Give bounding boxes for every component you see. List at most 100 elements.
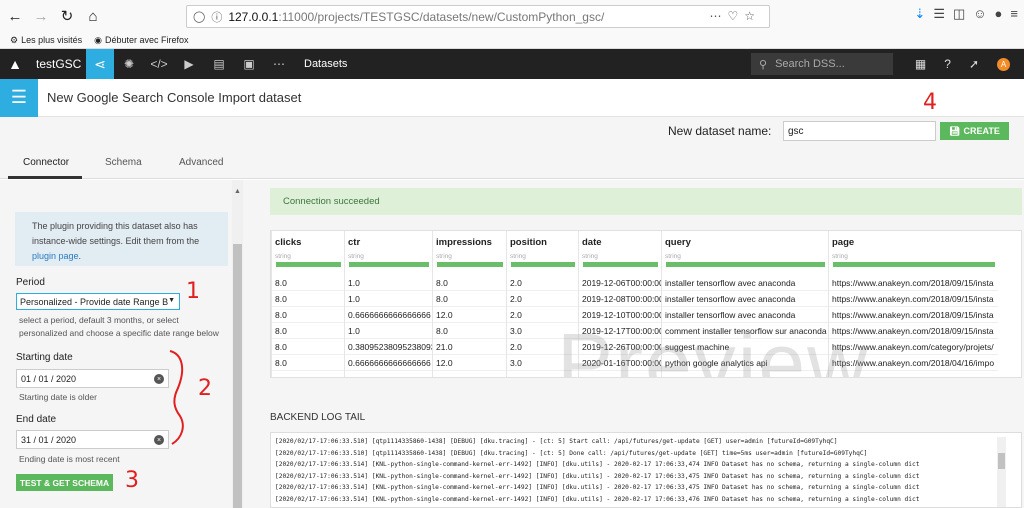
plugin-info-box: The plugin providing this dataset also h… [15,212,228,266]
project-name[interactable]: testGSC [30,57,86,71]
preview-panel: Connection succeeded clicks string 8.0 8.0 8… [246,180,1024,508]
info-icon: ⓘ [211,11,223,24]
forward-icon[interactable]: → [30,5,52,27]
table-cell: https://www.anakeyn.com/2018/09/15/insta [829,291,998,307]
shield-icon: ◯ [193,11,206,23]
backend-log[interactable]: [2020/02/17-17:06:33.510] [qtp1114335860… [270,432,1022,508]
table-cell: 8.0 [433,291,506,307]
column-quality-bar [583,262,658,267]
browser-toolbar-icons: ⇣ ☰ ◫ ☺ ● ≡ [914,6,1018,22]
chevron-down-icon: ▼ [168,297,175,304]
page-header: ☰ New Google Search Console Import datas… [0,78,1024,117]
url-bar[interactable]: ◯ ⓘ 127.0.0.1:11000/projects/TESTGSC/dat… [186,5,770,28]
log-title: BACKEND LOG TAIL [270,412,366,423]
table-vertical-scrollbar[interactable] [1021,287,1022,378]
save-icon: 💾︎ [949,125,961,136]
activity-icon[interactable]: ➚ [969,57,979,71]
column-header[interactable]: clicks string [272,231,344,275]
table-cell: 8.0 [272,275,344,291]
avatar[interactable]: A [997,57,1010,71]
search-input[interactable]: ⚲ Search DSS... [751,53,893,75]
annotation-bracket [169,350,184,445]
nav-right-icons: ▦ ? ➚ A [915,49,1010,79]
recipes-icon[interactable]: ✺ [114,49,144,79]
table-cell: 1.0 [345,275,432,291]
plugin-page-link[interactable]: plugin page [32,251,79,261]
extension-icon[interactable]: ● [995,6,1003,22]
dashboard-icon[interactable]: ▣ [234,49,264,79]
table-cell: installer tensorflow avec anaconda [662,275,828,291]
bookmark-most-visited[interactable]: ⚙ Les plus visités [10,35,82,46]
column-header[interactable]: impressions string [433,231,506,275]
column-header[interactable]: date string [579,231,661,275]
table-cell: 0.6666666666666666 [345,355,432,371]
download-icon[interactable]: ⇣ [914,6,925,22]
browser-toolbar: ← → ↻ ⌂ ◯ ⓘ 127.0.0.1:11000/projects/TES… [0,0,1024,32]
back-icon[interactable]: ← [4,5,26,27]
column-type: string [665,253,681,260]
table-cell: 8.0 [272,323,344,339]
clear-end-date-icon[interactable]: × [154,435,164,445]
column-header[interactable]: position string [507,231,578,275]
log-scrollbar[interactable] [997,437,1006,507]
tab-advanced[interactable]: Advanced [179,145,223,179]
column-header[interactable]: ctr string [345,231,432,275]
column-header[interactable]: query string [662,231,828,275]
tab-connector[interactable]: Connector [23,145,69,179]
period-select[interactable]: Personalized - Provide date Range B ▼ [16,293,180,310]
sidebar-icon[interactable]: ◫ [953,6,965,22]
table-cell: 8.0 [272,339,344,355]
dss-logo-icon[interactable]: ▲ [0,49,30,79]
end-date-input[interactable]: 31 / 01 / 2020 × [16,430,169,449]
column-clicks: clicks string 8.0 8.0 8.0 8.0 8.0 8.0 [271,231,344,377]
print-icon[interactable]: ▤ [204,49,234,79]
start-date-input[interactable]: 01 / 01 / 2020 × [16,369,169,388]
period-label: Period [16,277,45,288]
dataset-name-input[interactable] [783,121,936,141]
column-quality-bar [666,262,825,267]
home-icon[interactable]: ⌂ [82,5,104,27]
column-header[interactable]: page string [829,231,998,275]
column-ctr: ctr string 1.0 1.0 0.6666666666666666 1.0 0.38… [344,231,432,377]
run-icon[interactable]: ▶ [174,49,204,79]
table-cell: 12.0 [433,355,506,371]
account-icon[interactable]: ☺ [973,6,986,22]
log-line: [2020/02/17-17:06:33.514] [KNL-python-si… [275,472,920,480]
reload-icon[interactable]: ↻ [56,5,78,27]
period-help: select a period, default 3 months, or se… [19,315,219,338]
annotation-1: 1 [186,279,200,304]
column-name: impressions [436,237,492,248]
create-button[interactable]: 💾︎ CREATE [940,122,1009,140]
column-type: string [582,253,598,260]
flow-icon[interactable]: ⋖ [86,49,114,79]
table-cell: 8.0 [272,307,344,323]
tab-schema[interactable]: Schema [105,145,142,179]
apps-grid-icon[interactable]: ▦ [915,57,926,71]
nav-current-section[interactable]: Datasets [304,58,347,70]
help-icon[interactable]: ? [944,57,951,71]
left-scrollbar[interactable]: ▲ [232,180,243,508]
table-cell: 1.0 [345,291,432,307]
log-lines: [2020/02/17-17:06:33.510] [qtp1114335860… [275,436,1021,505]
table-cell: 0.38095238095238093 [345,339,432,355]
code-icon[interactable]: </> [144,49,174,79]
column-type: string [275,253,291,260]
url-host: 127.0.0.1 [228,9,279,24]
log-line: [2020/02/17-17:06:33.514] [KNL-python-si… [275,484,920,491]
column-quality-bar [276,262,341,267]
library-icon[interactable]: ☰ [933,6,945,22]
bookmark-getting-started[interactable]: ◉ Débuter avec Firefox [94,35,188,46]
test-get-schema-button[interactable]: TEST & GET SCHEMA [16,474,113,491]
menu-icon[interactable]: ≡ [1010,6,1018,22]
column-type: string [348,253,364,260]
column-quality-bar [511,262,575,267]
left-scroll-thumb[interactable] [233,244,242,508]
scroll-up-icon[interactable]: ▲ [234,188,241,195]
log-scroll-thumb[interactable] [998,453,1005,469]
column-name: date [582,237,602,248]
column-name: query [665,237,691,248]
clear-start-date-icon[interactable]: × [154,374,164,384]
column-name: ctr [348,237,361,248]
page-actions-icon[interactable]: ⋯♡☆ [709,9,761,23]
more-icon[interactable]: ⋯ [264,49,294,79]
